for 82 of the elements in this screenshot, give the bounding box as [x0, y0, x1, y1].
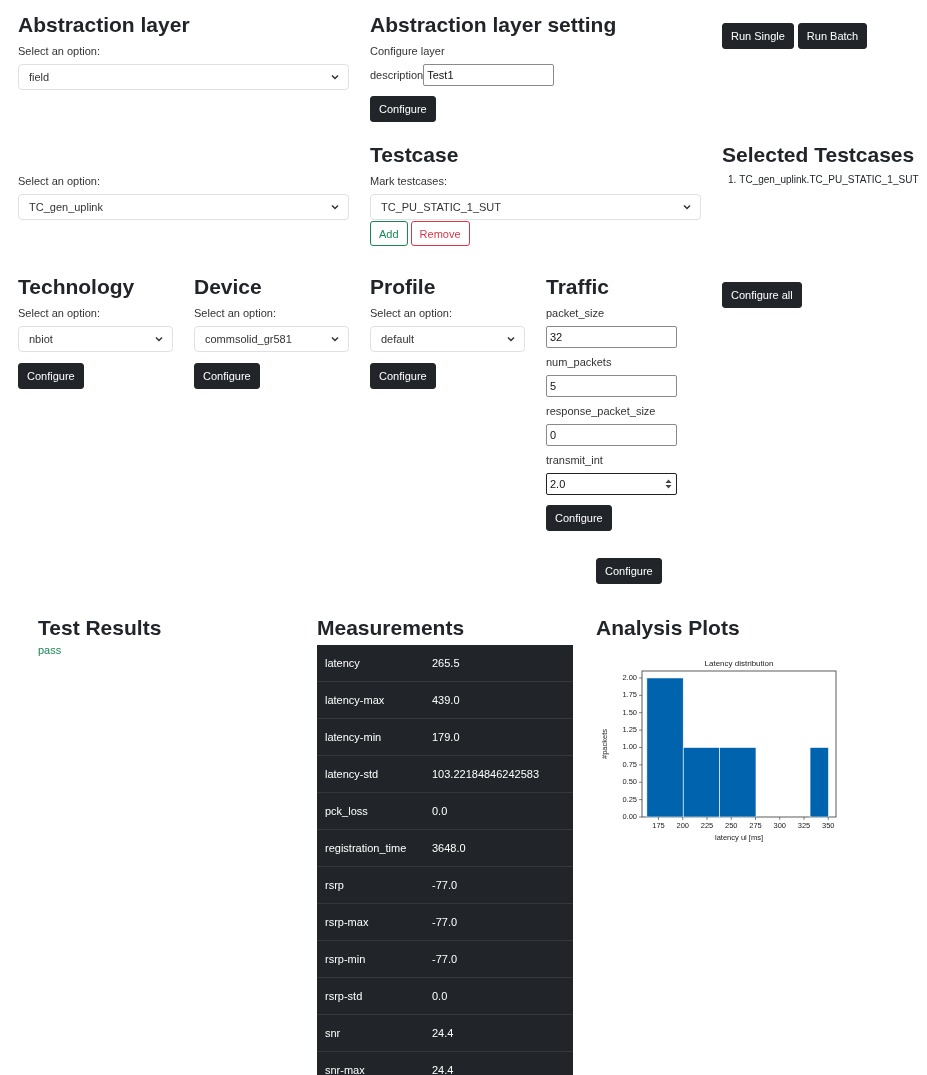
section-heading: Technology	[18, 274, 135, 300]
configure-all-button[interactable]: Configure all	[722, 282, 802, 308]
number-field[interactable]: 2.0	[546, 473, 677, 495]
field-label: Select an option:	[370, 306, 452, 320]
dropdown[interactable]: TC_gen_uplink	[18, 194, 349, 220]
chevron-icon	[330, 202, 340, 212]
remove-button[interactable]: Remove	[410, 221, 470, 246]
chevron-icon	[506, 334, 516, 344]
dropdown[interactable]: nbiot	[18, 326, 173, 352]
field-label: Select an option:	[18, 306, 100, 320]
chevron-icon	[682, 202, 692, 212]
testcase-item: TC_gen_uplink.TC_PU_STATIC_1_SUT	[739, 174, 919, 185]
table-cell-text: 103.22184846242583	[432, 768, 541, 780]
table-cell-text: 265.5	[432, 657, 461, 669]
dropdown[interactable]: TC_PU_STATIC_1_SUT	[370, 194, 701, 220]
text-field[interactable]: 32	[546, 326, 677, 348]
table-cell-text: 24.4	[432, 1027, 455, 1039]
configure-button[interactable]: Configure	[596, 558, 662, 584]
table-cell-text: latency	[324, 657, 361, 669]
chevron-icon	[330, 334, 340, 344]
field-label: Mark testcases:	[370, 174, 448, 188]
section-heading: Measurements	[317, 615, 465, 641]
field-label: packet_size	[546, 306, 605, 320]
run-button[interactable]: Run Batch	[797, 23, 868, 49]
configure-button[interactable]: Configure	[194, 363, 260, 389]
table-cell-text: latency-max	[324, 694, 386, 706]
dropdown[interactable]: default	[370, 326, 525, 352]
spinner-icon	[664, 477, 673, 491]
text-field[interactable]: 0	[546, 424, 677, 446]
list-number: 1.	[728, 174, 737, 185]
field-label: Select an option:	[194, 306, 276, 320]
field-label: transmit_int	[546, 453, 603, 467]
configure-button[interactable]: Configure	[18, 363, 84, 389]
chart-title: Latency distribution	[704, 659, 774, 668]
chevron-icon	[330, 72, 340, 82]
run-button[interactable]: Run Single	[722, 23, 794, 49]
table-cell-text: pck_loss	[324, 805, 369, 817]
histogram-bar	[809, 747, 829, 818]
section-heading: Abstraction layer	[18, 12, 190, 38]
section-heading: Selected Testcases	[722, 142, 915, 168]
histogram-bar	[719, 747, 757, 818]
table-cell-text: 3648.0	[432, 842, 467, 854]
text-field[interactable]: Test1	[423, 64, 555, 86]
table-cell-text: rsrp	[324, 879, 345, 891]
table-cell-text: -77.0	[432, 953, 459, 965]
table-cell-text: -77.0	[432, 879, 459, 891]
section-heading: Test Results	[38, 615, 162, 641]
table-cell-text: latency-std	[324, 768, 380, 780]
configure-button[interactable]: Configure	[370, 96, 436, 122]
dropdown[interactable]: commsolid_gr581	[194, 326, 349, 352]
table-cell-text: 179.0	[432, 731, 461, 743]
section-heading: Abstraction layer setting	[370, 12, 617, 38]
table-cell-text: 24.4	[432, 1064, 455, 1075]
table-cell-text: rsrp-min	[324, 953, 367, 965]
field-label: response_packet_size	[546, 404, 656, 418]
table-cell-text: 0.0	[432, 805, 449, 817]
section-heading: Testcase	[370, 142, 459, 168]
table-cell-text: rsrp-std	[324, 990, 364, 1002]
table-cell-text: snr-max	[324, 1064, 366, 1075]
field-label: Select an option:	[18, 44, 100, 58]
table-cell-text: rsrp-max	[324, 916, 370, 928]
field-label: Select an option:	[18, 174, 100, 188]
configure-button[interactable]: Configure	[370, 363, 436, 389]
field-label: Configure layer	[370, 44, 445, 58]
text-field[interactable]: 5	[546, 375, 677, 397]
section-heading: Analysis Plots	[596, 615, 740, 641]
chevron-icon	[154, 334, 164, 344]
field-label: num_packets	[546, 355, 612, 369]
section-heading: Profile	[370, 274, 436, 300]
table-cell-text: 0.0	[432, 990, 449, 1002]
result-text: pass	[38, 644, 62, 656]
section-heading: Device	[194, 274, 262, 300]
table-cell-text: registration_time	[324, 842, 408, 854]
add-button[interactable]: Add	[370, 221, 408, 246]
configure-button[interactable]: Configure	[546, 505, 612, 531]
table-cell-text: -77.0	[432, 916, 459, 928]
table-cell-text: 439.0	[432, 694, 461, 706]
table-cell-text: snr	[324, 1027, 342, 1039]
field-label: description	[370, 68, 424, 82]
table-cell-text: latency-min	[324, 731, 383, 743]
dropdown[interactable]: field	[18, 64, 349, 90]
section-heading: Traffic	[546, 274, 610, 300]
